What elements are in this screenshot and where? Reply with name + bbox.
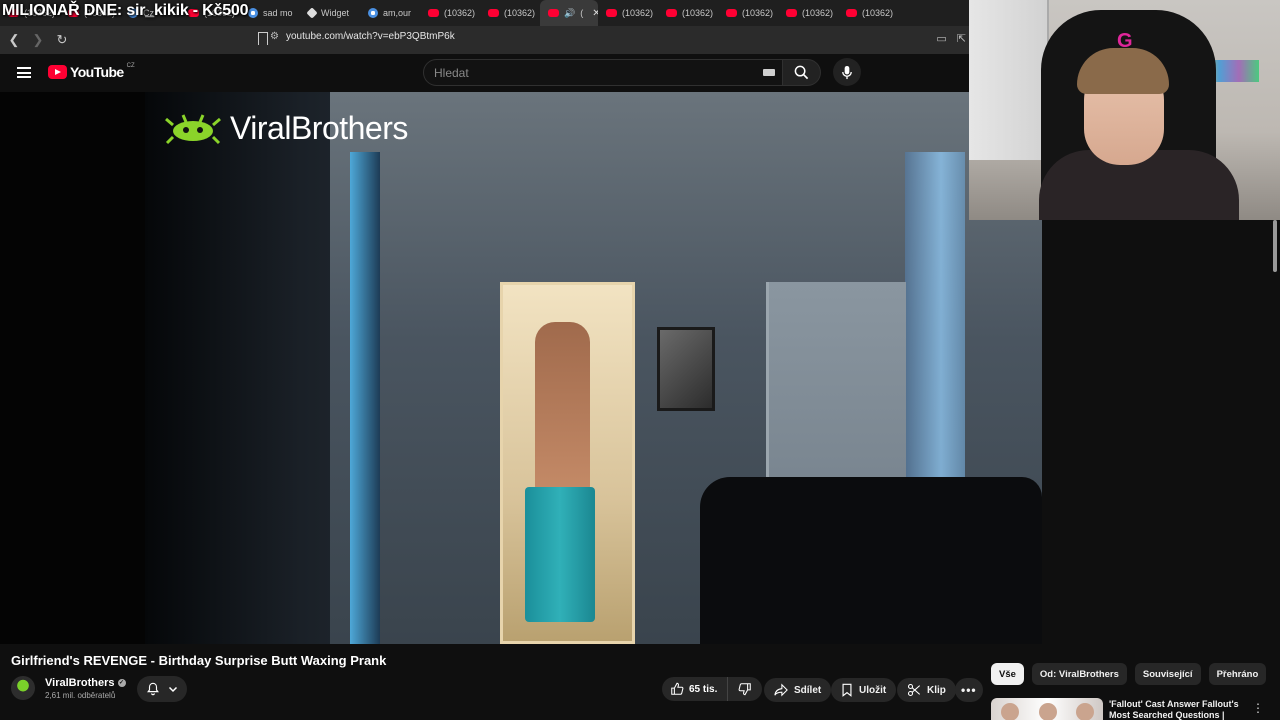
video-player[interactable]: ViralBrothers (0, 92, 1042, 644)
video-frame-door (350, 152, 380, 644)
save-action: Uložit (831, 677, 897, 703)
video-frame-towel (525, 487, 595, 622)
site-info-icon[interactable]: ⚙ (270, 31, 279, 42)
address-bar: ❮ ❯ ↻ ⚙ youtube.com/watch?v=ebP3QBtmP6k … (0, 26, 970, 54)
channel-name[interactable]: ViralBrothers (45, 677, 115, 689)
youtube-icon (726, 9, 737, 17)
search-box (423, 59, 783, 86)
more-vertical-icon[interactable]: ⋮ (1252, 701, 1264, 715)
recommendation-filters: Vše Od: ViralBrothers Související Přehrá… (991, 663, 1267, 685)
sidebar-area (1042, 220, 1280, 644)
clip-action: Klip (897, 677, 956, 703)
thumbnail-face (1039, 703, 1057, 720)
youtube-icon (846, 9, 857, 17)
recommended-video-title: 'Fallout' Cast Answer Fallout's Most Sea… (1109, 699, 1239, 720)
youtube-logo[interactable]: YouTube CZ (48, 63, 135, 80)
browser-tab[interactable]: (10362) (480, 0, 540, 26)
youtube-icon (666, 9, 677, 17)
channel-avatar[interactable] (11, 676, 35, 700)
bell-icon (147, 682, 159, 696)
youtube-header: YouTube CZ (0, 54, 970, 92)
browser-tab[interactable]: Widget (300, 0, 360, 26)
google-icon (248, 8, 258, 18)
chip-from-channel[interactable]: Od: ViralBrothers (1031, 663, 1127, 685)
youtube-play-icon (48, 65, 67, 79)
search-button[interactable] (783, 59, 821, 86)
save-bookmark-icon (842, 683, 852, 697)
more-actions-button[interactable]: ••• (955, 678, 983, 702)
chip-watched[interactable]: Přehráno (1208, 663, 1267, 685)
bookmark-icon[interactable] (258, 32, 268, 45)
save-button[interactable]: Uložit (831, 678, 897, 702)
youtube-icon (786, 9, 797, 17)
microphone-icon (842, 65, 852, 79)
browser-tab[interactable]: (10362) (598, 0, 658, 26)
forward-icon[interactable]: ❯ (28, 30, 48, 50)
chip-all[interactable]: Vše (991, 663, 1024, 685)
widget-icon (306, 7, 318, 19)
verified-icon: ✓ (117, 678, 126, 687)
viralbrothers-mascot-icon (165, 113, 221, 144)
clip-button[interactable]: Klip (897, 678, 956, 702)
dislike-button[interactable] (728, 677, 762, 701)
thumbs-up-icon (671, 682, 684, 695)
notification-button[interactable] (137, 676, 187, 702)
viralbrothers-watermark: ViralBrothers (164, 110, 408, 147)
thumbnail-face (1001, 703, 1019, 720)
cast-icon[interactable]: ▭ (936, 32, 946, 45)
video-title: Girlfriend's REVENGE - Birthday Surprise… (11, 653, 387, 668)
browser-tab[interactable]: (10362) (778, 0, 838, 26)
menu-icon[interactable] (17, 67, 31, 78)
back-icon[interactable]: ❮ (4, 30, 24, 50)
share-button[interactable]: Sdílet (764, 678, 832, 702)
reload-icon[interactable]: ↻ (52, 30, 72, 50)
video-frame-person (535, 322, 590, 492)
google-icon (368, 8, 378, 18)
like-dislike-group: 65 tis. (662, 677, 763, 701)
like-button[interactable]: 65 tis. (662, 677, 729, 701)
address-bar-actions: ▭ ⇱ (936, 32, 966, 45)
more-action: ••• (955, 677, 983, 703)
subscriber-count: 2,61 mil. odběratelů (45, 690, 116, 700)
keyboard-icon[interactable] (763, 69, 775, 76)
browser-tab[interactable]: (10362) (718, 0, 778, 26)
youtube-icon (428, 9, 439, 17)
share-action: Sdílet (764, 677, 832, 703)
recommended-video[interactable]: 'Fallout' Cast Answer Fallout's Most Sea… (991, 698, 1271, 720)
search-input[interactable] (424, 60, 724, 85)
browser-tab[interactable]: (10362) (658, 0, 718, 26)
video-thumbnail[interactable] (991, 698, 1103, 720)
browser-tab[interactable]: am,our (360, 0, 420, 26)
thumbs-down-icon (738, 683, 752, 696)
page-scrollbar[interactable] (1273, 220, 1277, 272)
youtube-icon (548, 9, 559, 17)
browser-tab[interactable]: sad mo (240, 0, 300, 26)
browser-tab[interactable]: (10362) (420, 0, 480, 26)
youtube-icon (606, 9, 617, 17)
voice-search-button[interactable] (833, 58, 861, 86)
screen: (10362) (10362) Cz (10362) sad mo Widget… (0, 0, 1280, 720)
stream-overlay-text: MILIONAŘ DNE: sir_kikik - Kč500 (2, 2, 249, 19)
more-horizontal-icon: ••• (961, 683, 977, 697)
speaker-icon: 🔊 (564, 7, 576, 18)
search-icon (794, 65, 809, 80)
share-icon[interactable]: ⇱ (957, 32, 966, 45)
channel-info: ViralBrothers ✓ 2,61 mil. odběratelů (11, 676, 126, 700)
thumbnail-face (1076, 703, 1094, 720)
webcam-overlay: G (969, 0, 1280, 220)
video-frame-mirror (657, 327, 715, 411)
webcam-wardrobe (969, 0, 1049, 160)
video-frame-sofa (700, 477, 1042, 644)
chip-related[interactable]: Související (1134, 663, 1201, 685)
chevron-down-icon (168, 686, 178, 693)
scissors-icon (907, 683, 921, 697)
url-field[interactable]: ⚙ youtube.com/watch?v=ebP3QBtmP6k (270, 31, 455, 42)
youtube-icon (488, 9, 499, 17)
browser-tab[interactable]: (10362) (838, 0, 896, 26)
share-arrow-icon (774, 683, 788, 697)
browser-tab-active[interactable]: 🔊(✕ (540, 0, 598, 26)
